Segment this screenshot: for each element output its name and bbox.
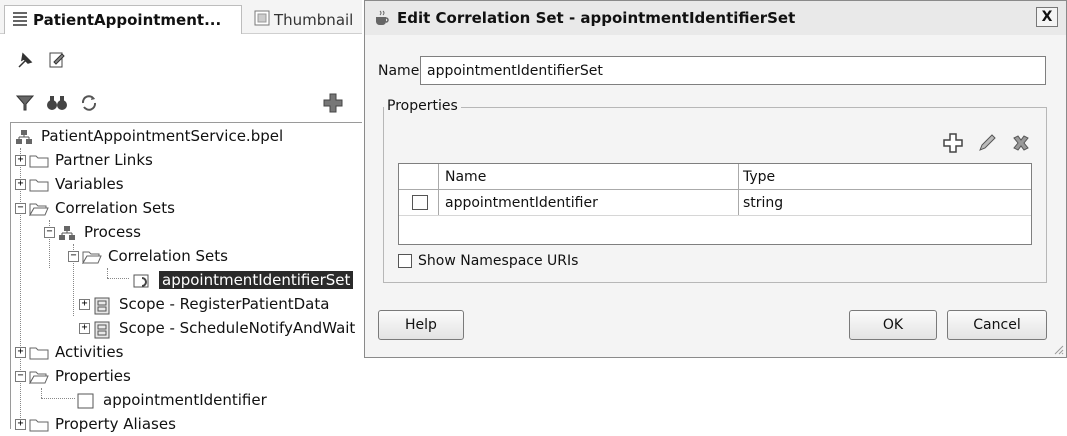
tree-node-properties[interactable]: − Properties [15, 364, 131, 388]
pin-icon[interactable] [14, 49, 36, 71]
table-row[interactable]: appointmentIdentifier string [399, 190, 1031, 216]
java-cup-icon [373, 9, 391, 27]
cell-type[interactable]: string [738, 190, 1028, 215]
tree-node-property-aliases[interactable]: + Property Aliases [15, 412, 176, 436]
refresh-icon[interactable] [78, 92, 100, 114]
properties-toolbar [942, 132, 1032, 158]
dialog-titlebar[interactable]: Edit Correlation Set - appointmentIdenti… [365, 1, 1066, 35]
expand-icon[interactable]: + [79, 322, 90, 334]
show-namespace-checkbox[interactable] [398, 254, 412, 268]
edit-pencil-icon[interactable] [976, 132, 998, 158]
panel-filter-bar [0, 88, 362, 118]
folder-icon [29, 153, 49, 168]
correlation-set-icon [133, 273, 153, 288]
delete-icon[interactable] [1010, 132, 1032, 158]
scope-icon [93, 297, 113, 314]
scope-icon [93, 321, 113, 338]
structure-tree: PatientAppointmentService.bpel + Partner… [10, 122, 362, 433]
tree-node-label: appointmentIdentifierSet [159, 271, 354, 289]
edit-icon[interactable] [46, 49, 68, 71]
tree-node-partner-links[interactable]: + Partner Links [15, 148, 153, 172]
list-icon [11, 10, 29, 30]
open-folder-icon [82, 249, 102, 265]
tree-node-process[interactable]: − Process [44, 220, 141, 244]
cell-name[interactable]: appointmentIdentifier [445, 190, 598, 215]
tree-node-label: Activities [55, 343, 124, 361]
collapse-icon[interactable]: − [15, 370, 26, 382]
edit-correlation-set-dialog: Edit Correlation Set - appointmentIdenti… [364, 0, 1067, 358]
panel-tab-strip: PatientAppointment... Thumbnail [0, 0, 362, 34]
row-selector [399, 190, 439, 215]
folder-icon [29, 177, 49, 192]
tree-node-label: Variables [55, 175, 124, 193]
folder-icon [29, 417, 49, 432]
property-icon [77, 393, 97, 408]
open-folder-icon [29, 369, 49, 385]
expand-icon[interactable]: + [79, 298, 90, 310]
show-namespace-label: Show Namespace URIs [418, 253, 579, 269]
tree-node-label: Scope - RegisterPatientData [119, 295, 330, 313]
tree-node-label: Scope - ScheduleNotifyAndWait [119, 319, 356, 337]
filter-icon[interactable] [14, 92, 36, 114]
close-button[interactable]: X [1036, 7, 1058, 27]
add-icon[interactable] [942, 132, 964, 158]
tree-node-appointment-identifier-set[interactable]: appointmentIdentifierSet [133, 268, 354, 292]
binoculars-icon[interactable] [46, 92, 68, 114]
tree-node-label: Correlation Sets [108, 247, 228, 265]
tree-node-label: Properties [55, 367, 131, 385]
process-icon [15, 129, 35, 144]
tab-patient-appointment[interactable]: PatientAppointment... [4, 5, 242, 34]
resize-grip-icon[interactable] [1052, 343, 1064, 355]
structure-panel: PatientAppointment... Thumbnail PatientA… [0, 0, 362, 433]
name-field[interactable] [420, 56, 1046, 85]
expand-icon[interactable]: + [15, 346, 26, 358]
process-icon [58, 225, 78, 240]
tree-node-scope-schedule[interactable]: + Scope - ScheduleNotifyAndWait [79, 316, 355, 340]
name-label: Name: [378, 63, 425, 79]
ok-button[interactable]: OK [849, 310, 937, 340]
tab-thumbnail[interactable]: Thumbnail [248, 5, 360, 34]
column-header-type[interactable]: Type [738, 164, 1028, 189]
expand-icon[interactable]: + [15, 418, 26, 430]
tree-node-label: PatientAppointmentService.bpel [41, 127, 284, 145]
cancel-button[interactable]: Cancel [947, 310, 1047, 340]
properties-legend: Properties [384, 98, 461, 114]
tree-node-label: Process [84, 223, 141, 241]
show-namespace-option[interactable]: Show Namespace URIs [398, 253, 578, 269]
tab-label: Thumbnail [274, 10, 354, 29]
expand-icon[interactable]: + [15, 154, 26, 166]
tree-node-label: Partner Links [55, 151, 153, 169]
tree-node-bpel-file[interactable]: PatientAppointmentService.bpel [15, 124, 283, 148]
tree-node-label: Property Aliases [55, 415, 176, 433]
thumbnail-icon [254, 10, 270, 30]
table-header: Name Type [399, 164, 1031, 190]
tree-node-scope-register[interactable]: + Scope - RegisterPatientData [79, 292, 329, 316]
tree-node-label: Correlation Sets [55, 199, 175, 217]
expand-icon[interactable]: + [15, 178, 26, 190]
collapse-icon[interactable]: − [44, 226, 55, 238]
properties-group: Properties Name Type appointmentIdentifi… [383, 98, 1047, 283]
column-header-name[interactable]: Name [445, 164, 486, 189]
tree-node-appointment-identifier[interactable]: appointmentIdentifier [77, 388, 267, 412]
tab-label: PatientAppointment... [33, 11, 222, 29]
properties-table: Name Type appointmentIdentifier string [398, 163, 1032, 245]
add-icon[interactable] [322, 92, 344, 114]
open-folder-icon [29, 201, 49, 217]
collapse-icon[interactable]: − [15, 202, 26, 214]
folder-icon [29, 345, 49, 360]
dialog-title: Edit Correlation Set - appointmentIdenti… [397, 9, 796, 27]
tree-node-variables[interactable]: + Variables [15, 172, 124, 196]
tree-node-activities[interactable]: + Activities [15, 340, 123, 364]
tree-node-label: appointmentIdentifier [103, 391, 267, 409]
tree-node-process-correlation-sets[interactable]: − Correlation Sets [68, 244, 228, 268]
collapse-icon[interactable]: − [68, 250, 79, 262]
tree-node-correlation-sets[interactable]: − Correlation Sets [15, 196, 175, 220]
property-icon [412, 195, 428, 210]
help-button[interactable]: Help [378, 310, 464, 340]
panel-toolbar [0, 45, 362, 75]
selector-column-header [399, 164, 439, 189]
